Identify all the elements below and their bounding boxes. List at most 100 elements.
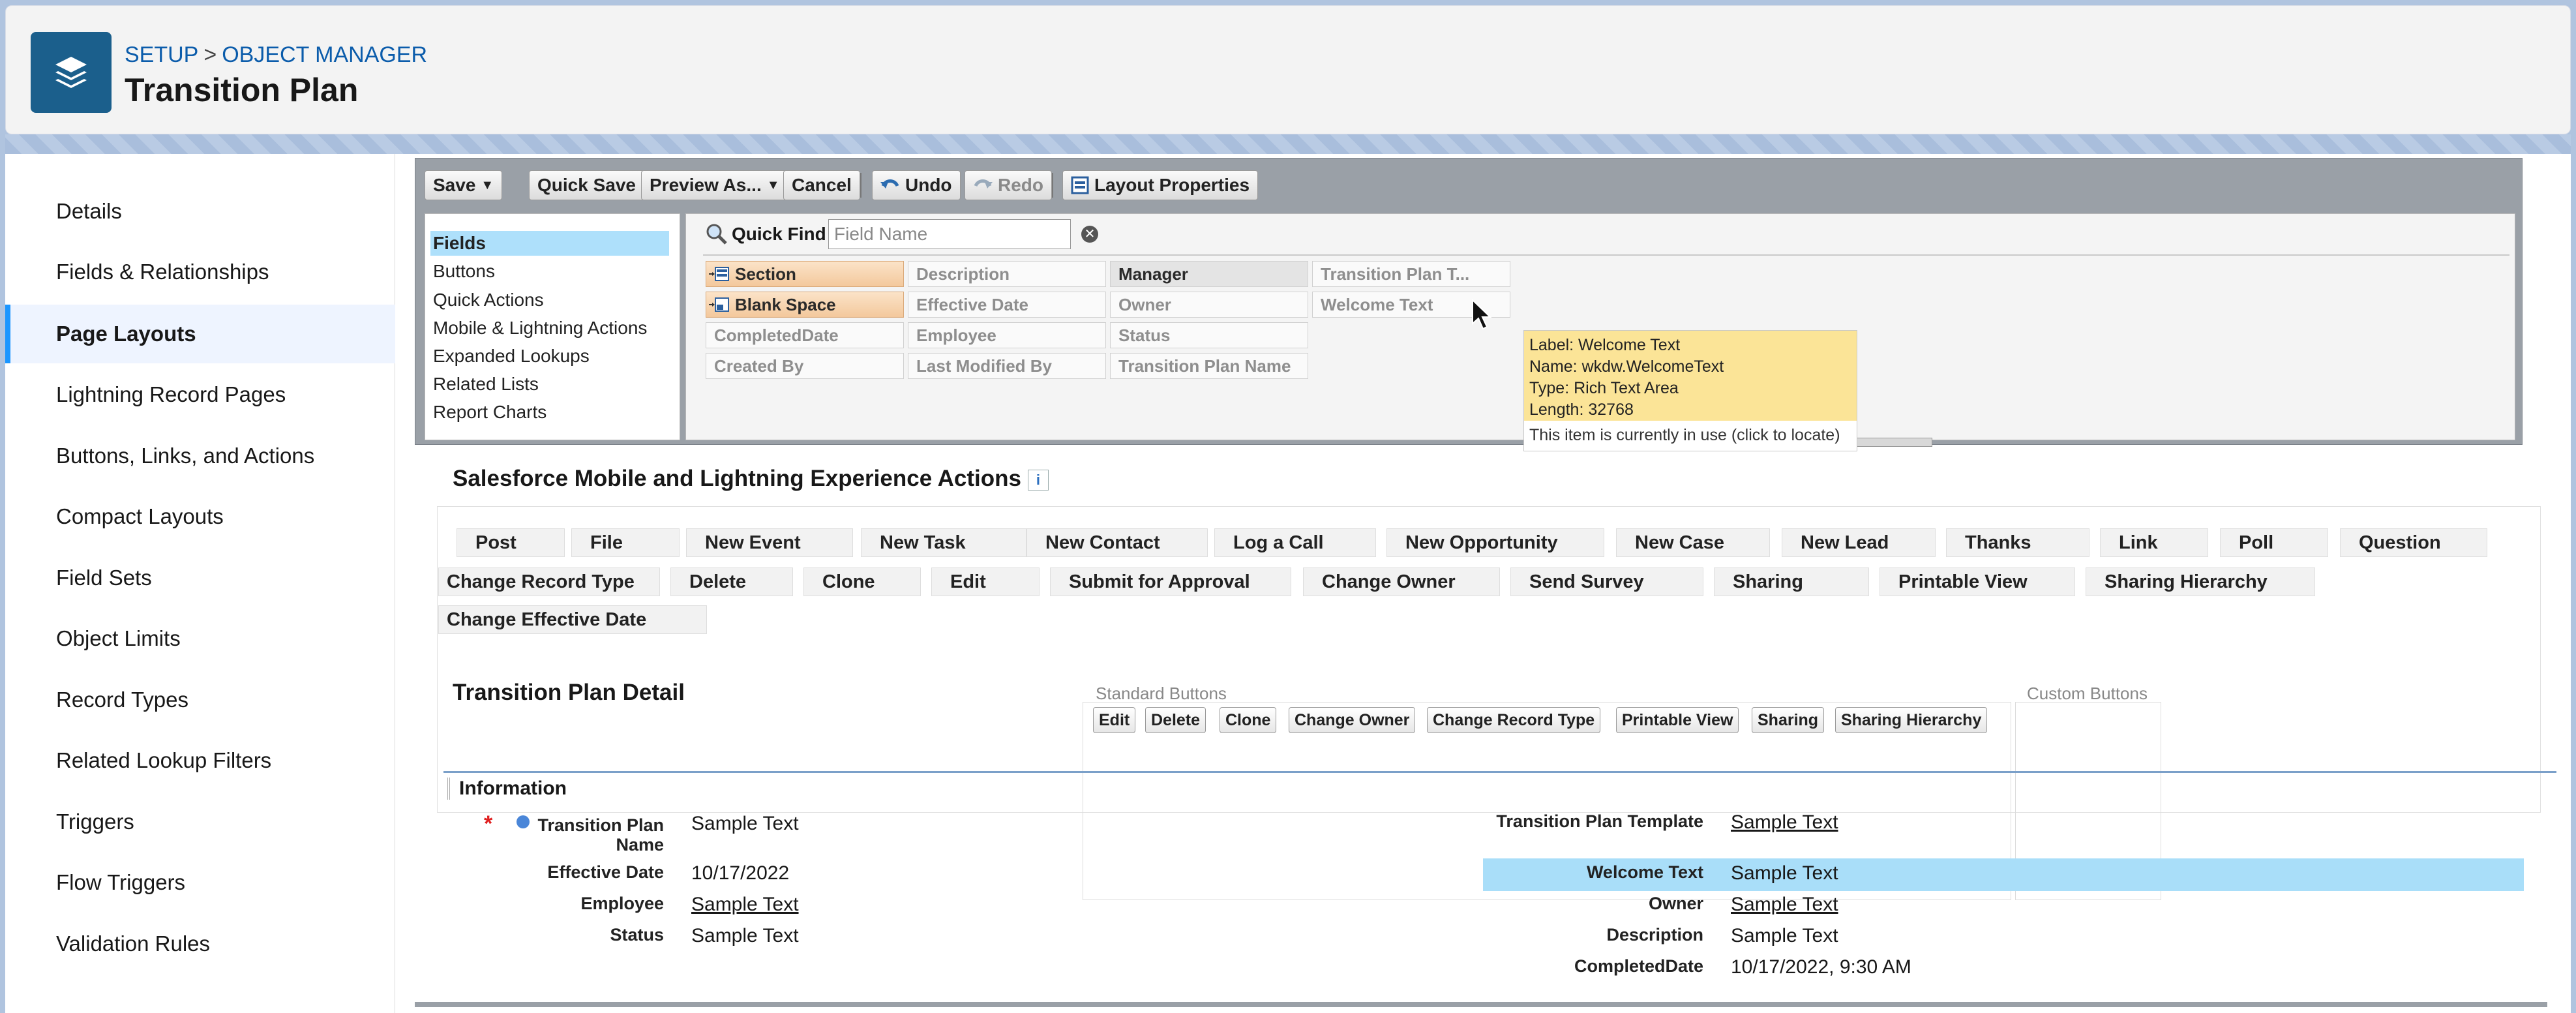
std-button-printable-view[interactable]: Printable View xyxy=(1616,707,1739,733)
redo-button[interactable]: Redo xyxy=(965,170,1052,200)
field-value-completeddate[interactable]: 10/17/2022, 9:30 AM xyxy=(1731,956,1911,978)
action-log-a-call[interactable]: Log a Call xyxy=(1214,528,1376,557)
action-post[interactable]: Post xyxy=(457,528,565,557)
action-change-effective-date[interactable]: Change Effective Date xyxy=(438,605,707,634)
std-button-delete[interactable]: Delete xyxy=(1145,707,1206,733)
info-icon[interactable]: i xyxy=(1027,469,1049,491)
action-clone[interactable]: Clone xyxy=(803,567,921,596)
sidebar-item-triggers[interactable]: Triggers xyxy=(5,793,395,851)
sidebar-item-fields-relationships[interactable]: Fields & Relationships xyxy=(5,243,395,301)
sidebar-item-lightning-record-pages[interactable]: Lightning Record Pages xyxy=(5,365,395,424)
std-button-change-owner[interactable]: Change Owner xyxy=(1289,707,1416,733)
std-button-sharing-hierarchy[interactable]: Sharing Hierarchy xyxy=(1835,707,1988,733)
field-tooltip: Label: Welcome Text Name: wkdw.WelcomeTe… xyxy=(1523,330,1857,451)
clear-icon[interactable]: ✕ xyxy=(1081,226,1098,243)
action-new-opportunity[interactable]: New Opportunity xyxy=(1386,528,1604,557)
information-section-title[interactable]: Information xyxy=(447,778,567,800)
action-change-record-type[interactable]: Change Record Type xyxy=(438,567,660,596)
action-edit[interactable]: Edit xyxy=(931,567,1040,596)
palette-field-employee[interactable]: Employee xyxy=(908,322,1106,348)
action-change-owner[interactable]: Change Owner xyxy=(1303,567,1500,596)
action-new-case[interactable]: New Case xyxy=(1616,528,1770,557)
action-thanks[interactable]: Thanks xyxy=(1946,528,2089,557)
action-printable-view[interactable]: Printable View xyxy=(1880,567,2075,596)
field-value-status[interactable]: Sample Text xyxy=(691,925,799,947)
palette-field-section[interactable]: Section xyxy=(706,261,904,287)
sidebar-item-validation-rules[interactable]: Validation Rules xyxy=(5,915,395,973)
quick-find-text: Quick Find xyxy=(732,224,826,244)
field-value-effective-date[interactable]: 10/17/2022 xyxy=(691,862,789,884)
action-question[interactable]: Question xyxy=(2340,528,2487,557)
breadcrumb-setup[interactable]: SETUP xyxy=(125,42,198,67)
tooltip-name: Name: wkdw.WelcomeText xyxy=(1529,357,1724,376)
field-value-transition-plan-template[interactable]: Sample Text xyxy=(1731,811,1838,834)
palette-field-transition-plan-template[interactable]: Transition Plan T... xyxy=(1312,261,1510,287)
layout-properties-button[interactable]: Layout Properties xyxy=(1062,170,1259,200)
quick-find-divider xyxy=(703,254,2509,256)
palette-field-status[interactable]: Status xyxy=(1110,322,1308,348)
quick-find-input[interactable] xyxy=(828,219,1071,249)
palette-category-buttons[interactable]: Buttons xyxy=(430,259,669,284)
action-submit-for-approval[interactable]: Submit for Approval xyxy=(1050,567,1291,596)
undo-button[interactable]: Undo xyxy=(872,170,961,200)
palette-field-effective-date[interactable]: Effective Date xyxy=(908,292,1106,318)
palette-category-list: Fields Buttons Quick Actions Mobile & Li… xyxy=(425,213,680,440)
field-value-welcome-text[interactable]: Sample Text xyxy=(1731,862,1838,884)
action-link[interactable]: Link xyxy=(2100,528,2208,557)
std-button-edit[interactable]: Edit xyxy=(1093,707,1136,733)
action-sharing-hierarchy[interactable]: Sharing Hierarchy xyxy=(2086,567,2315,596)
action-new-lead[interactable]: New Lead xyxy=(1782,528,1936,557)
sidebar-item-object-limits[interactable]: Object Limits xyxy=(5,609,395,668)
action-file[interactable]: File xyxy=(571,528,680,557)
tooltip-locate-hint[interactable]: This item is currently in use (click to … xyxy=(1524,421,1857,450)
action-new-event[interactable]: New Event xyxy=(686,528,853,557)
palette-field-blank-space[interactable]: Blank Space xyxy=(706,292,904,318)
sidebar-item-details[interactable]: Details xyxy=(5,182,395,241)
cancel-button[interactable]: Cancel xyxy=(783,170,860,200)
palette-field-manager[interactable]: Manager xyxy=(1110,261,1308,287)
std-button-clone[interactable]: Clone xyxy=(1220,707,1277,733)
palette-category-expanded-lookups[interactable]: Expanded Lookups xyxy=(430,344,669,369)
tooltip-label: Label: Welcome Text xyxy=(1529,336,1681,354)
field-value-owner[interactable]: Sample Text xyxy=(1731,894,1838,916)
std-button-change-record-type[interactable]: Change Record Type xyxy=(1427,707,1601,733)
sidebar-item-field-sets[interactable]: Field Sets xyxy=(5,549,395,607)
palette-field-last-modified-by[interactable]: Last Modified By xyxy=(908,353,1106,379)
palette-field-completeddate[interactable]: CompletedDate xyxy=(706,322,904,348)
palette-category-report-charts[interactable]: Report Charts xyxy=(430,400,669,425)
sidebar-item-buttons-links-actions[interactable]: Buttons, Links, and Actions xyxy=(5,427,395,485)
sidebar-item-related-lookup-filters[interactable]: Related Lookup Filters xyxy=(5,731,395,790)
field-value-transition-plan-name[interactable]: Sample Text xyxy=(691,813,799,835)
std-button-sharing[interactable]: Sharing xyxy=(1752,707,1825,733)
action-delete[interactable]: Delete xyxy=(670,567,793,596)
sidebar-item-compact-layouts[interactable]: Compact Layouts xyxy=(5,487,395,546)
palette-field-label: Blank Space xyxy=(735,294,836,314)
action-poll[interactable]: Poll xyxy=(2220,528,2328,557)
save-button[interactable]: Save ▼ xyxy=(425,170,503,200)
breadcrumb-object-manager[interactable]: OBJECT MANAGER xyxy=(222,42,427,67)
layout-palette: Save ▼ Quick Save Preview As... ▼ Cancel… xyxy=(415,158,2523,447)
object-manager-sidebar: Details Fields & Relationships Page Layo… xyxy=(5,154,395,1013)
palette-field-owner[interactable]: Owner xyxy=(1110,292,1308,318)
palette-field-created-by[interactable]: Created By xyxy=(706,353,904,379)
action-send-survey[interactable]: Send Survey xyxy=(1510,567,1703,596)
standard-buttons-label: Standard Buttons xyxy=(1096,684,1227,703)
sidebar-item-page-layouts[interactable]: Page Layouts xyxy=(5,305,395,363)
sidebar-item-record-types[interactable]: Record Types xyxy=(5,671,395,729)
palette-category-related-lists[interactable]: Related Lists xyxy=(430,372,669,397)
palette-field-transition-plan-name[interactable]: Transition Plan Name xyxy=(1110,353,1308,379)
quick-find-label: Quick Find xyxy=(706,223,826,245)
action-new-task[interactable]: New Task xyxy=(861,528,1026,557)
sidebar-item-flow-triggers[interactable]: Flow Triggers xyxy=(5,853,395,912)
redo-icon xyxy=(974,179,993,189)
palette-field-description[interactable]: Description xyxy=(908,261,1106,287)
action-new-contact[interactable]: New Contact xyxy=(1026,528,1208,557)
palette-category-mobile-lightning-actions[interactable]: Mobile & Lightning Actions xyxy=(430,316,669,340)
action-sharing[interactable]: Sharing xyxy=(1714,567,1869,596)
field-value-description[interactable]: Sample Text xyxy=(1731,925,1838,947)
quick-save-button[interactable]: Quick Save xyxy=(529,170,644,200)
palette-category-fields[interactable]: Fields xyxy=(430,231,669,256)
field-value-employee[interactable]: Sample Text xyxy=(691,894,799,916)
palette-category-quick-actions[interactable]: Quick Actions xyxy=(430,288,669,312)
preview-as-button[interactable]: Preview As... ▼ xyxy=(641,170,788,200)
